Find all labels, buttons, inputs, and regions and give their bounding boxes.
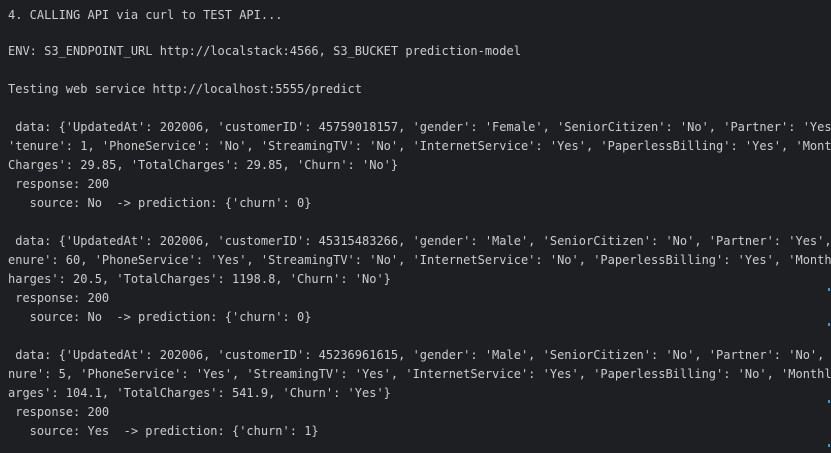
- terminal-line: Charges': 29.85, 'TotalCharges': 29.85, …: [8, 158, 399, 172]
- terminal-line: response: 200: [8, 291, 110, 305]
- terminal-line: enure': 60, 'PhoneService': 'Yes', 'Stre…: [8, 253, 831, 267]
- terminal-line: source: No -> prediction: {'churn': 0}: [8, 310, 312, 324]
- terminal-line: nure': 5, 'PhoneService': 'Yes', 'Stream…: [8, 367, 831, 381]
- terminal-line: data: {'UpdatedAt': 202006, 'customerID'…: [8, 234, 831, 248]
- terminal-line: response: 200: [8, 405, 110, 419]
- scrollbar-marker: [828, 400, 830, 403]
- terminal-line: 'tenure': 1, 'PhoneService': 'No', 'Stre…: [8, 139, 831, 153]
- terminal-line: harges': 20.5, 'TotalCharges': 1198.8, '…: [8, 272, 391, 286]
- terminal-line: source: Yes -> prediction: {'churn': 1}: [8, 424, 319, 438]
- terminal-line: source: No -> prediction: {'churn': 0}: [8, 196, 312, 210]
- terminal-output[interactable]: 4. CALLING API via curl to TEST API... E…: [0, 0, 831, 453]
- terminal-line: response: 200: [8, 177, 110, 191]
- terminal-line: data: {'UpdatedAt': 202006, 'customerID'…: [8, 120, 831, 134]
- scrollbar-marker: [828, 444, 830, 447]
- terminal-line: data: {'UpdatedAt': 202006, 'customerID'…: [8, 348, 831, 362]
- terminal-line: arges': 104.1, 'TotalCharges': 541.9, 'C…: [8, 386, 391, 400]
- terminal-line: ENV: S3_ENDPOINT_URL http://localstack:4…: [8, 44, 521, 58]
- terminal-line: Testing web service http://localhost:555…: [8, 82, 363, 96]
- scrollbar-marker: [828, 288, 830, 291]
- scrollbar-marker: [828, 323, 830, 326]
- terminal-line: 4. CALLING API via curl to TEST API...: [8, 8, 283, 22]
